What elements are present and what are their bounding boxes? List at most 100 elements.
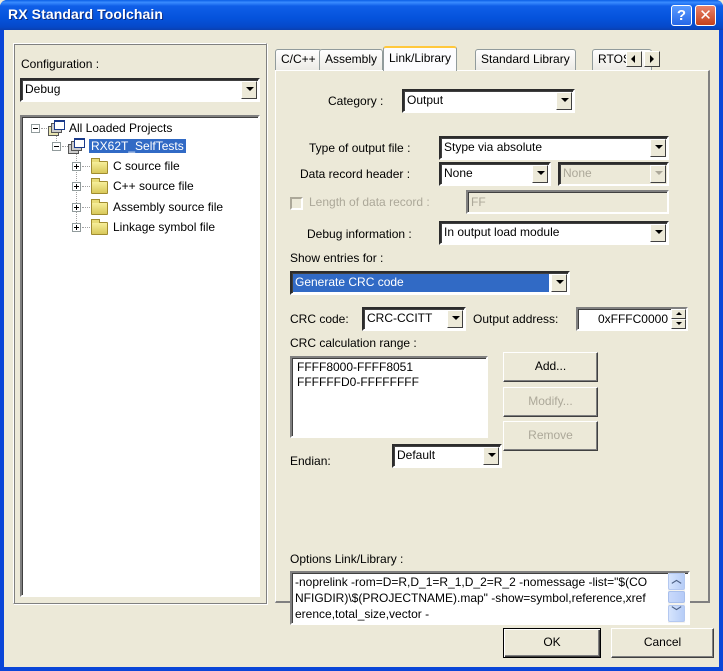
collapse-icon[interactable] xyxy=(31,124,40,133)
output-address-label: Output address: xyxy=(473,312,559,326)
project-icon xyxy=(68,138,86,154)
output-type-value: Stype via absolute xyxy=(444,140,543,154)
add-button[interactable]: Add... xyxy=(503,352,598,382)
chevron-up-icon: ︿ xyxy=(671,575,682,586)
tree-item-project[interactable]: RX62T_SelfTests xyxy=(89,138,186,156)
list-item[interactable]: FFFF8000-FFFF8051 xyxy=(297,360,413,374)
output-type-label: Type of output file : xyxy=(309,141,411,155)
folder-icon xyxy=(91,199,108,215)
chevron-down-icon xyxy=(650,165,666,183)
tree-item-label: All Loaded Projects xyxy=(69,121,173,135)
scroll-down-button[interactable]: ﹀ xyxy=(668,605,685,622)
tab-scroll-right-icon[interactable] xyxy=(644,51,660,67)
help-button[interactable]: ? xyxy=(671,5,692,26)
data-record-header-label: Data record header : xyxy=(300,167,411,181)
debug-info-label: Debug information : xyxy=(307,227,412,241)
ok-button[interactable]: OK xyxy=(503,628,601,658)
list-item[interactable]: FFFFFFD0-FFFFFFFF xyxy=(297,375,419,389)
cancel-button[interactable]: Cancel xyxy=(611,628,714,658)
output-type-select[interactable]: Stype via absolute xyxy=(439,136,669,160)
tree-line xyxy=(82,207,90,208)
endian-value: Default xyxy=(397,448,436,462)
crc-code-value: CRC-CCITT xyxy=(367,311,433,325)
folder-icon xyxy=(91,219,108,235)
category-select[interactable]: Output xyxy=(402,89,575,113)
button-label: Modify... xyxy=(528,394,573,408)
crc-code-label: CRC code: xyxy=(290,312,349,326)
chevron-down-icon[interactable] xyxy=(241,81,257,99)
options-vertical-scrollbar[interactable]: ︿ ﹀ xyxy=(668,573,685,623)
expand-icon[interactable] xyxy=(72,162,81,171)
all-projects-icon xyxy=(48,120,66,136)
crc-code-select[interactable]: CRC-CCITT xyxy=(362,307,466,331)
chevron-down-icon[interactable] xyxy=(551,274,567,292)
endian-select[interactable]: Default xyxy=(392,444,502,468)
data-record-header-select[interactable]: None xyxy=(439,162,551,186)
chevron-down-icon[interactable] xyxy=(650,224,666,242)
button-label: Add... xyxy=(534,359,567,373)
tree-item-label: C++ source file xyxy=(113,179,194,193)
tab-label: Standard Library xyxy=(481,52,570,66)
tree-item-label: Assembly source file xyxy=(113,200,224,214)
chevron-down-icon[interactable] xyxy=(447,310,463,328)
crc-range-list[interactable]: FFFF8000-FFFF8051 FFFFFFD0-FFFFFFFF xyxy=(290,356,488,438)
show-entries-label: Show entries for : xyxy=(290,251,384,265)
link-library-panel: Category : Output Type of output file : … xyxy=(275,70,710,625)
scroll-up-button[interactable]: ︿ xyxy=(668,573,685,590)
modify-button: Modify... xyxy=(503,387,598,417)
dialog-window: RX Standard Toolchain ? ✕ Configuration … xyxy=(0,0,723,671)
tab-c-cpp[interactable]: C/C++ xyxy=(275,49,322,70)
data-record-header-secondary-select: None xyxy=(558,162,669,186)
chevron-down-icon[interactable] xyxy=(483,447,499,465)
configuration-select[interactable]: Debug xyxy=(20,78,260,102)
tab-rtos[interactable]: RTOS xyxy=(592,49,652,70)
show-entries-value: Generate CRC code xyxy=(293,274,549,292)
button-label: OK xyxy=(543,635,561,649)
expand-icon[interactable] xyxy=(72,203,81,212)
chevron-down-icon[interactable] xyxy=(532,165,548,183)
debug-info-value: In output load module xyxy=(444,225,560,239)
title-bar[interactable]: RX Standard Toolchain ? ✕ xyxy=(0,0,723,30)
crc-range-label: CRC calculation range : xyxy=(290,336,417,350)
expand-icon[interactable] xyxy=(72,182,81,191)
output-address-spinner[interactable] xyxy=(671,309,686,329)
button-label: Remove xyxy=(528,428,573,442)
tree-item-folder[interactable]: Linkage symbol file xyxy=(113,219,215,237)
tree-item-folder[interactable]: Assembly source file xyxy=(113,199,223,217)
folder-icon xyxy=(91,158,108,174)
close-button[interactable]: ✕ xyxy=(695,5,716,26)
options-textarea[interactable]: -noprelink -rom=D=R,D_1=R_1,D_2=R_2 -nom… xyxy=(290,571,690,625)
configuration-group: Configuration : Debug All Loaded Project… xyxy=(13,43,267,604)
tab-label: Link/Library xyxy=(389,51,452,65)
debug-info-select[interactable]: In output load module xyxy=(439,221,669,245)
chevron-down-icon[interactable] xyxy=(556,92,572,110)
expand-icon[interactable] xyxy=(72,223,81,232)
tab-link-library[interactable]: Link/Library xyxy=(383,46,458,71)
spin-down-icon[interactable] xyxy=(671,319,686,329)
tree-item-folder[interactable]: C++ source file xyxy=(113,178,194,196)
project-tree[interactable]: All Loaded Projects RX62T_SelfTests C so… xyxy=(20,115,260,597)
data-record-header-value: None xyxy=(444,166,473,180)
scroll-thumb[interactable] xyxy=(668,591,685,603)
length-of-data-record-value: FF xyxy=(471,195,486,209)
tab-standard-library[interactable]: Standard Library xyxy=(475,49,576,70)
tree-item-all-loaded-projects[interactable]: All Loaded Projects xyxy=(69,120,172,138)
tree-line xyxy=(82,227,90,228)
options-text: -noprelink -rom=D=R,D_1=R_1,D_2=R_2 -nom… xyxy=(295,575,648,621)
collapse-icon[interactable] xyxy=(52,142,61,151)
tab-scroll-left-icon[interactable] xyxy=(626,51,642,67)
folder-icon xyxy=(91,178,108,194)
length-of-data-record-label: Length of data record : xyxy=(309,195,430,209)
show-entries-select[interactable]: Generate CRC code xyxy=(290,271,570,295)
tree-item-folder[interactable]: C source file xyxy=(113,158,180,176)
endian-label: Endian: xyxy=(290,454,331,468)
configuration-label: Configuration : xyxy=(21,57,100,71)
spin-up-icon[interactable] xyxy=(671,309,686,319)
output-address-input[interactable]: 0xFFFC0000 xyxy=(576,307,688,331)
length-of-data-record-input: FF xyxy=(466,190,669,214)
chevron-down-icon[interactable] xyxy=(650,139,666,157)
chevron-down-icon: ﹀ xyxy=(671,607,682,618)
tree-item-label: RX62T_SelfTests xyxy=(89,139,186,153)
tab-assembly[interactable]: Assembly xyxy=(319,49,384,70)
close-icon: ✕ xyxy=(699,7,712,24)
